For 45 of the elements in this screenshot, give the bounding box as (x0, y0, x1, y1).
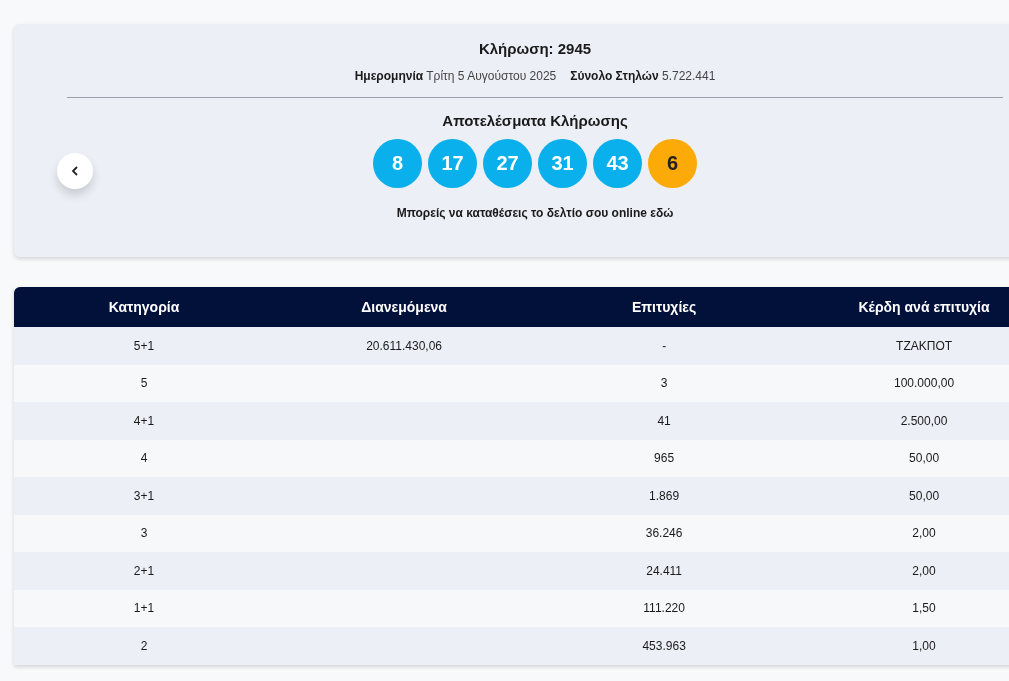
table-cell: 2 (140, 638, 148, 653)
number-ball: 31 (538, 139, 587, 188)
table-cell: 4 (140, 451, 148, 466)
table-cell: 965 (654, 451, 675, 466)
table-cell: 1.869 (649, 488, 680, 503)
total-columns: Σύνολο Στηλών 5.722.441 (570, 69, 716, 83)
table-cell: 2,00 (912, 526, 936, 541)
number-ball: 17 (428, 139, 477, 188)
table-cell: 3 (140, 526, 148, 541)
table-cell: 2,00 (912, 563, 936, 578)
column-header: Κέρδη ανά επιτυχία (794, 287, 1009, 327)
table-cell: 5 (140, 376, 148, 391)
column-header: Επιτυχίες (534, 287, 795, 327)
column-header: Κατηγορία (14, 287, 274, 327)
table-cell: 2+1 (133, 563, 155, 578)
table-cell: 3+1 (133, 488, 155, 503)
table-cell: 36.246 (645, 526, 683, 541)
table-cell: 453.963 (642, 638, 686, 653)
results-title: Αποτελέσματα Κλήρωσης (442, 112, 628, 129)
previous-button[interactable] (57, 153, 93, 189)
bonus-ball: 6 (648, 139, 697, 188)
table-cell: 1+1 (133, 601, 155, 616)
number-ball: 27 (483, 139, 532, 188)
table-cell: 100.000,00 (894, 376, 955, 391)
number-ball: 8 (373, 139, 422, 188)
table-cell: 5+1 (133, 338, 155, 353)
table-cell: 41 (657, 413, 671, 428)
table-cell: 2.500,00 (900, 413, 948, 428)
online-note: Μπορείς να καταθέσεις το δελτίο σου online εδώ (396, 206, 674, 220)
table-cell: 24.411 (646, 563, 683, 578)
table-cell: ΤΖΑΚΠΟΤ (896, 338, 953, 353)
table-cell: 4+1 (133, 413, 155, 428)
table-cell: 50,00 (909, 488, 940, 503)
draw-title: Κλήρωση: 2945 (478, 40, 592, 57)
chevron-left-icon (71, 166, 79, 176)
table-cell: 3 (660, 376, 668, 391)
table-cell: 20.611.430,06 (366, 338, 442, 353)
table-cell: 1,00 (912, 638, 936, 653)
table-cell: 50,00 (909, 451, 940, 466)
table-cell: 1,50 (912, 601, 936, 616)
draw-date: Ημερομηνία Τρίτη 5 Αυγούστου 2025 (354, 69, 557, 83)
column-header: Διανεμόμενα (274, 287, 535, 327)
table-cell: 111.220 (643, 601, 685, 616)
number-ball: 43 (593, 139, 642, 188)
table-cell: - (662, 338, 667, 353)
